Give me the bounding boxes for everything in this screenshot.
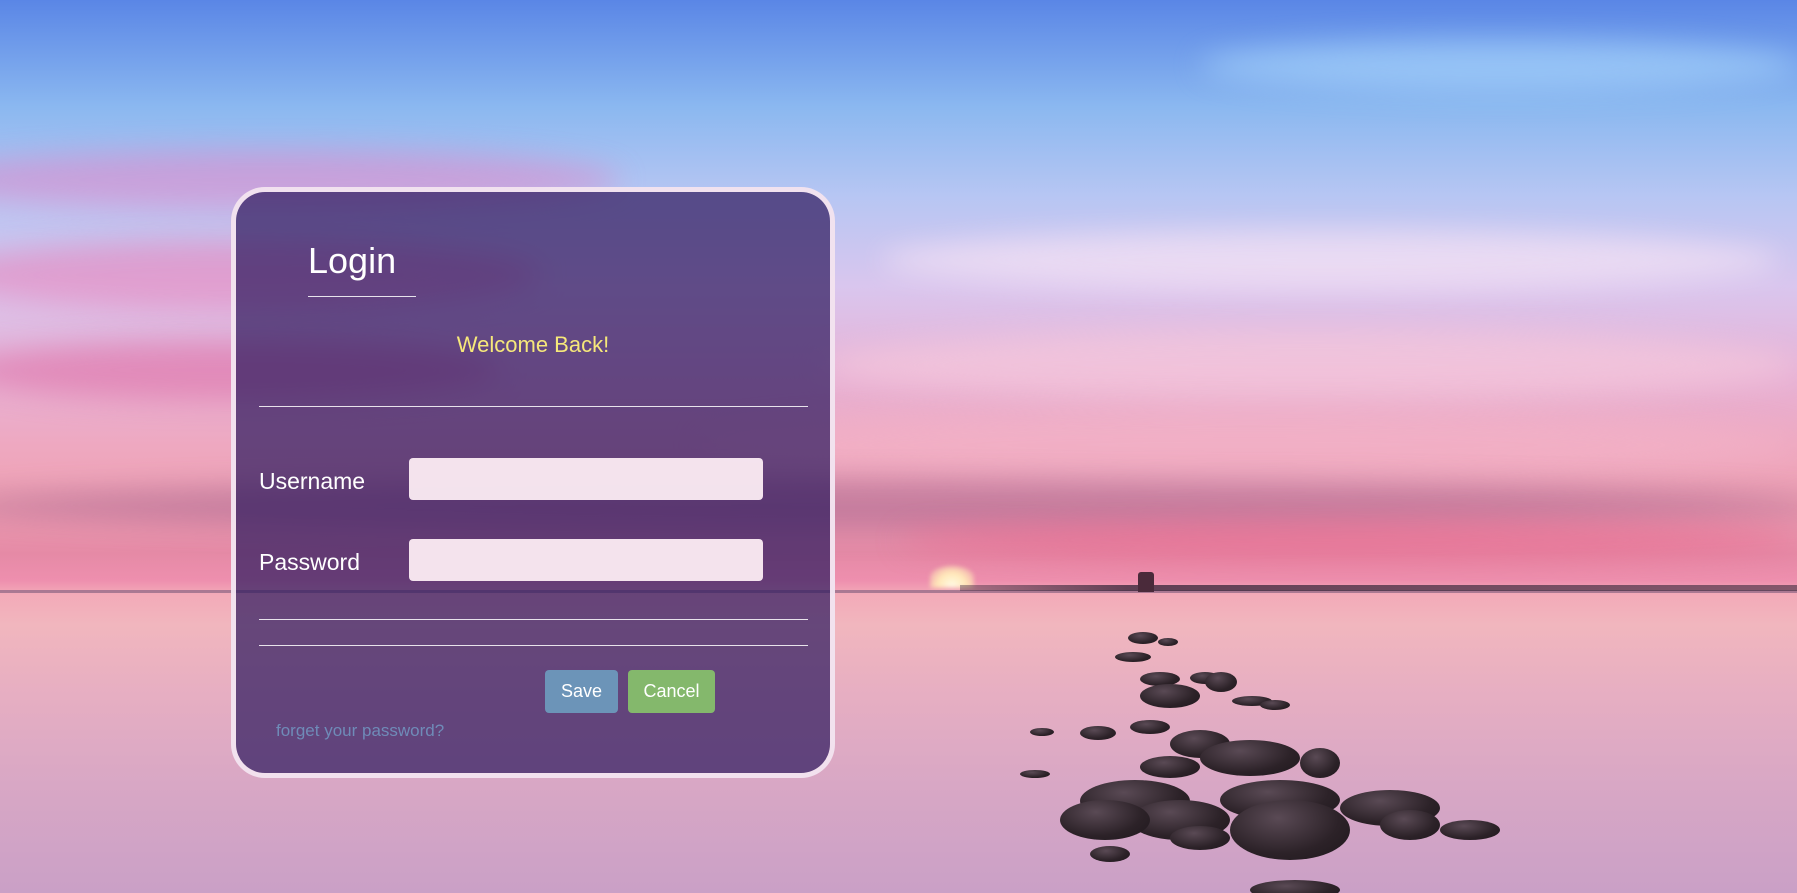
login-card: Login Welcome Back! Username Password Sa…: [231, 187, 835, 778]
rock: [1170, 826, 1230, 850]
login-title: Login: [308, 240, 416, 297]
rock: [1115, 652, 1151, 662]
rock: [1020, 770, 1050, 778]
cloud-streak: [880, 230, 1780, 290]
rock: [1140, 684, 1200, 708]
rock: [1090, 846, 1130, 862]
rock: [1205, 672, 1237, 692]
rock: [1200, 740, 1300, 776]
rock: [1060, 800, 1150, 840]
rock: [1260, 700, 1290, 710]
save-button[interactable]: Save: [545, 670, 618, 713]
forgot-password-link[interactable]: forget your password?: [276, 721, 444, 741]
username-label: Username: [259, 468, 366, 494]
welcome-message: Welcome Back!: [456, 332, 610, 357]
cloud-streak: [900, 520, 1797, 560]
rock: [1130, 720, 1170, 734]
divider: [259, 619, 808, 620]
password-label: Password: [259, 549, 360, 575]
lighthouse: [1138, 572, 1154, 592]
cancel-button[interactable]: Cancel: [628, 670, 715, 713]
divider: [259, 406, 808, 407]
cloud-streak: [820, 330, 1797, 400]
rock: [1300, 748, 1340, 778]
rock: [1030, 728, 1054, 736]
rock: [1158, 638, 1178, 646]
username-input[interactable]: [409, 458, 763, 500]
rock: [1080, 726, 1116, 740]
cloud-streak: [700, 410, 1797, 480]
rock: [1230, 800, 1350, 860]
divider: [259, 645, 808, 646]
rock: [1250, 880, 1340, 893]
rock: [1380, 810, 1440, 840]
rock: [1140, 756, 1200, 778]
rock: [1440, 820, 1500, 840]
cloud-streak: [1200, 40, 1797, 90]
rock: [1128, 632, 1158, 644]
distant-shoreline: [960, 585, 1797, 591]
password-input[interactable]: [409, 539, 763, 581]
